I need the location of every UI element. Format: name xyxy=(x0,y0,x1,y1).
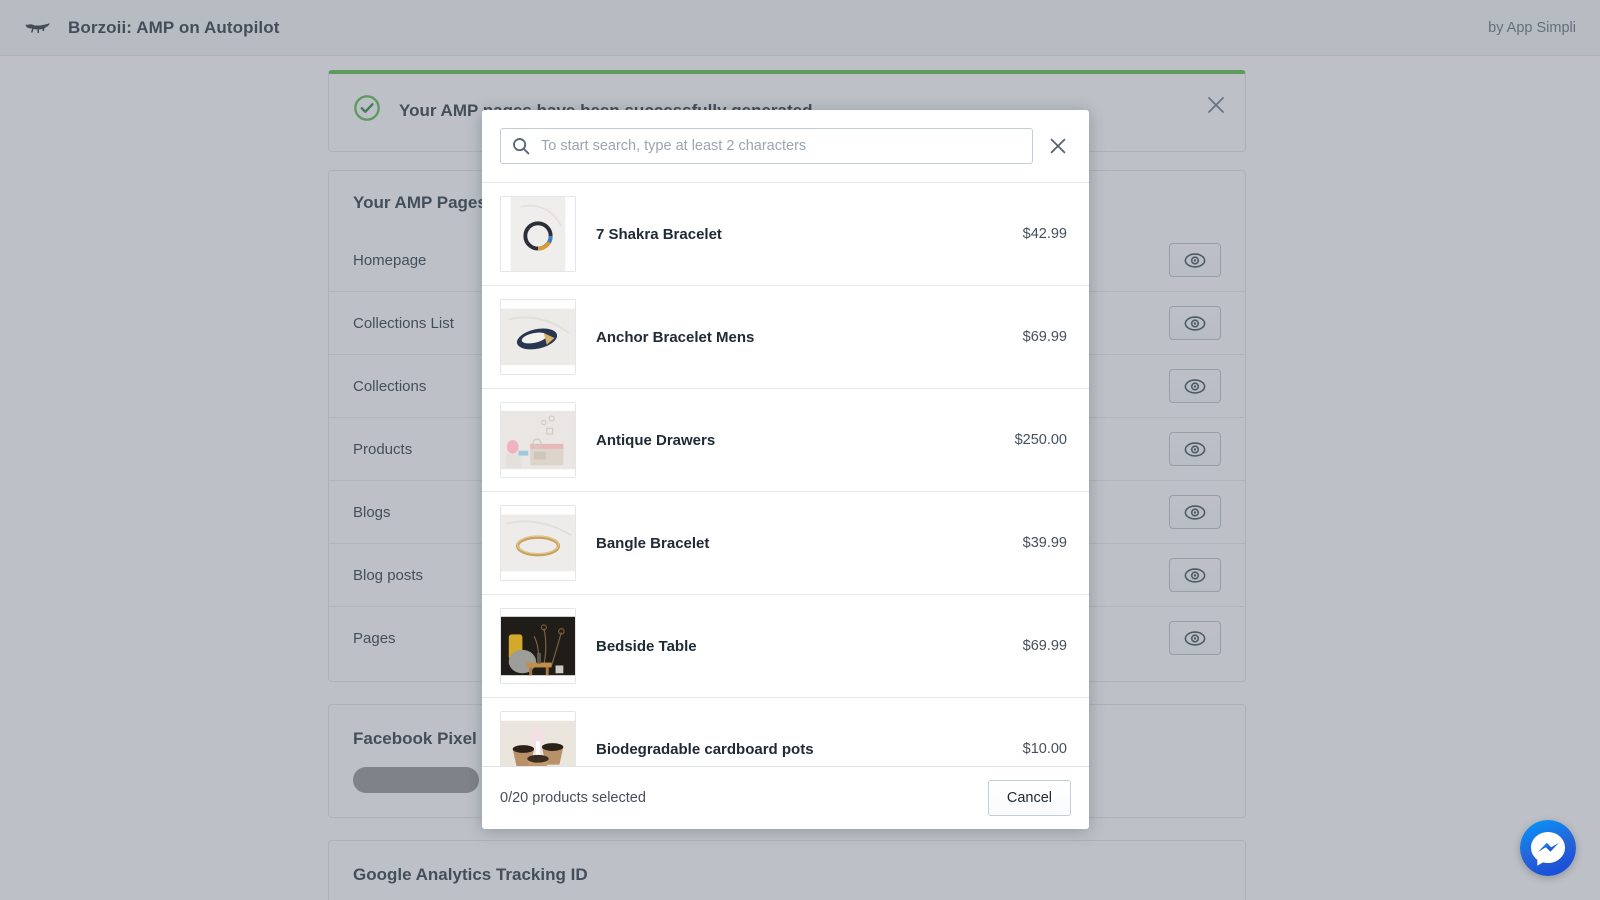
anchor-bracelet-photo xyxy=(500,299,576,375)
product-price: $69.99 xyxy=(1022,638,1067,654)
close-icon[interactable] xyxy=(1045,133,1071,159)
modal-footer: 0/20 products selected Cancel xyxy=(482,766,1089,829)
product-price: $39.99 xyxy=(1022,535,1067,551)
search-icon xyxy=(512,137,530,155)
cardboard-pots-photo xyxy=(500,711,576,766)
nursery-dresser-photo xyxy=(500,402,576,478)
bedside-table-photo xyxy=(500,608,576,684)
product-price: $10.00 xyxy=(1022,741,1067,757)
product-list-item[interactable]: Bedside Table $69.99 xyxy=(482,595,1089,698)
product-price: $69.99 xyxy=(1022,329,1067,345)
selection-count: 0/20 products selected xyxy=(500,790,646,806)
cancel-button[interactable]: Cancel xyxy=(987,780,1071,816)
product-picker-modal: 7 Shakra Bracelet $42.99 Anchor Bracelet… xyxy=(482,110,1089,829)
modal-header xyxy=(482,110,1089,182)
messenger-icon xyxy=(1520,820,1576,876)
product-name: 7 Shakra Bracelet xyxy=(596,225,722,243)
product-list-item[interactable]: Biodegradable cardboard pots $10.00 xyxy=(482,698,1089,766)
product-list-item[interactable]: Bangle Bracelet $39.99 xyxy=(482,492,1089,595)
product-name: Anchor Bracelet Mens xyxy=(596,328,755,346)
messenger-chat-button[interactable] xyxy=(1520,820,1576,876)
product-list[interactable]: 7 Shakra Bracelet $42.99 Anchor Bracelet… xyxy=(482,182,1089,766)
product-price: $42.99 xyxy=(1022,226,1067,242)
product-name: Antique Drawers xyxy=(596,431,716,449)
product-list-item[interactable]: Antique Drawers $250.00 xyxy=(482,389,1089,492)
search-input[interactable] xyxy=(500,128,1033,164)
product-list-item[interactable]: 7 Shakra Bracelet $42.99 xyxy=(482,183,1089,286)
product-price: $250.00 xyxy=(1014,432,1067,448)
product-name: Bangle Bracelet xyxy=(596,534,710,552)
product-name: Bedside Table xyxy=(596,637,697,655)
search-field-wrapper xyxy=(500,128,1033,164)
gold-bangle-photo xyxy=(500,505,576,581)
product-list-item[interactable]: Anchor Bracelet Mens $69.99 xyxy=(482,286,1089,389)
product-name: Biodegradable cardboard pots xyxy=(596,740,814,758)
beaded-bracelet-photo xyxy=(500,196,576,272)
